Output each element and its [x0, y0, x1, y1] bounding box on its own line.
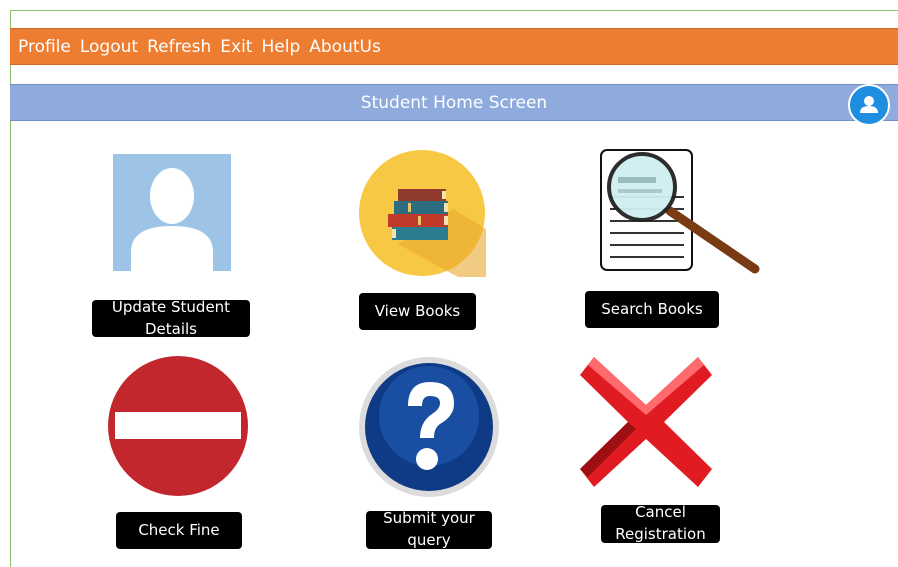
profile-icon [860, 96, 878, 113]
update-student-details-button[interactable]: Update Student Details [92, 300, 250, 337]
user-avatar-icon[interactable] [113, 154, 231, 271]
menu-help[interactable]: Help [261, 37, 300, 57]
cancel-registration-label: Cancel Registration [615, 505, 706, 543]
view-books-button[interactable]: View Books [359, 293, 476, 330]
title-bar: Student Home Screen [10, 84, 898, 121]
profile-avatar-button[interactable] [848, 84, 890, 126]
menu-bar: Profile Logout Refresh Exit Help AboutUs [10, 28, 898, 65]
search-books-button[interactable]: Search Books [585, 291, 719, 328]
question-mark-icon[interactable] [358, 356, 500, 498]
submit-query-button[interactable]: Submit your query [366, 511, 492, 549]
no-entry-icon[interactable] [107, 355, 249, 497]
menu-exit[interactable]: Exit [220, 37, 252, 57]
magnifier-document-icon[interactable] [600, 149, 760, 277]
submit-query-label: Submit your query [383, 511, 475, 549]
books-icon[interactable] [358, 149, 486, 277]
menu-logout[interactable]: Logout [80, 37, 138, 57]
menu-aboutus[interactable]: AboutUs [309, 37, 381, 57]
check-fine-button[interactable]: Check Fine [116, 512, 242, 549]
menu-profile[interactable]: Profile [18, 37, 71, 57]
cancel-registration-button[interactable]: Cancel Registration [601, 505, 720, 543]
update-student-details-label: Update Student Details [111, 300, 231, 337]
page-title: Student Home Screen [360, 93, 548, 113]
menu-refresh[interactable]: Refresh [147, 37, 211, 57]
red-x-icon[interactable] [580, 357, 712, 487]
